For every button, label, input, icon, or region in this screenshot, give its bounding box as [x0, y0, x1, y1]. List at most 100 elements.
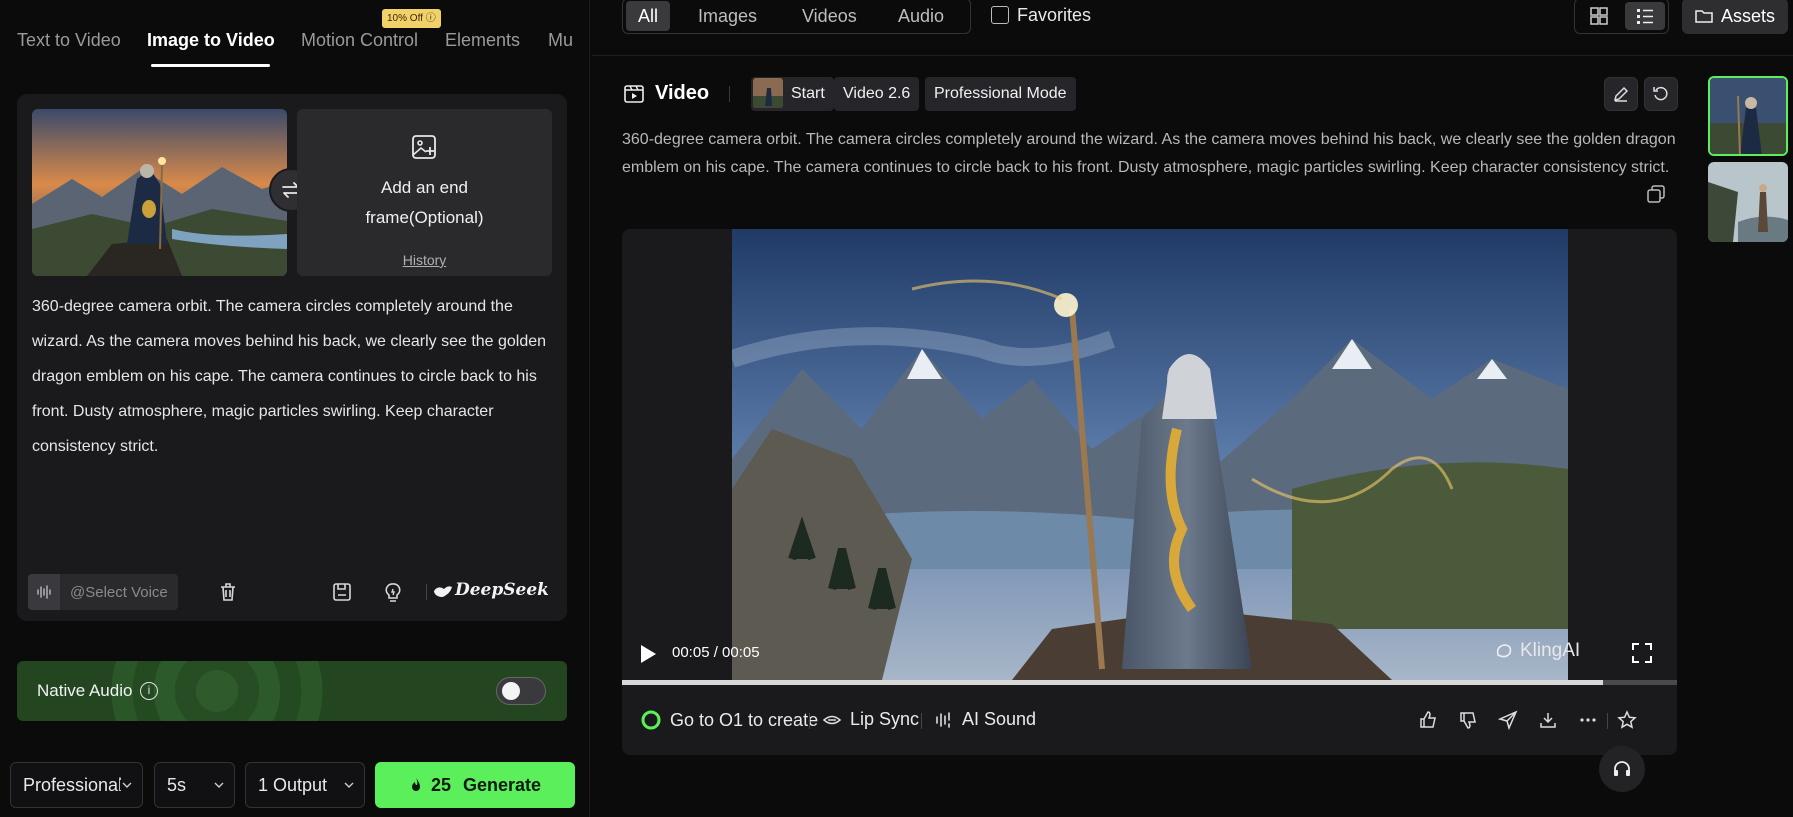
filter-videos[interactable]: Videos	[790, 1, 869, 31]
select-voice-label: @Select Voice	[70, 584, 168, 601]
history-thumbnail-2[interactable]	[1708, 162, 1788, 242]
checkbox-icon	[991, 6, 1009, 24]
start-frame-chip[interactable]: Start	[751, 77, 834, 111]
native-audio-toggle[interactable]	[496, 677, 546, 705]
tab-text-to-video[interactable]: Text to Video	[17, 30, 121, 51]
actions-divider	[921, 713, 922, 729]
history-thumbnail-1[interactable]	[1708, 76, 1788, 156]
video-prompt-description: 360-degree camera orbit. The camera circ…	[622, 131, 1676, 176]
tab-elements[interactable]: Elements	[445, 30, 520, 51]
lip-sync-label: Lip Sync	[850, 709, 920, 729]
favorites-label: Favorites	[1017, 5, 1092, 25]
generate-button[interactable]: 25 Generate	[375, 762, 575, 808]
prompt-toolbar: @Select Voice DeepSeek	[28, 574, 558, 610]
cliff-scene-thumbnail	[1708, 162, 1788, 242]
view-mode-toggle	[1574, 0, 1669, 34]
mode-tabs: Text to Video Image to Video Motion Cont…	[0, 0, 590, 72]
outputs-select-value: 1 Output	[258, 775, 328, 795]
video-actions-bar: Go to O1 to create Lip Sync AI Sound	[622, 685, 1677, 755]
duration-select-value: 5s	[167, 775, 187, 795]
regenerate-button[interactable]	[1644, 77, 1678, 111]
go-to-o1-button[interactable]: Go to O1 to create	[640, 709, 818, 731]
ai-sound-button[interactable]: AI Sound	[934, 709, 1036, 730]
generation-bar: Professional 5s 1 Output 25 Generate	[0, 762, 590, 808]
tab-image-to-video[interactable]: Image to Video	[147, 30, 275, 51]
start-frame-image[interactable]	[32, 109, 287, 276]
favorite-star-icon[interactable]	[1616, 709, 1638, 731]
tab-motion-control[interactable]: Motion Control	[301, 30, 418, 51]
left-panel: Text to Video Image to Video Motion Cont…	[0, 0, 590, 817]
toolbar-divider	[426, 584, 427, 600]
right-panel: All Images Videos Audio Favorites Assets	[592, 0, 1793, 817]
chevron-down-icon	[214, 782, 224, 788]
active-tab-indicator	[151, 64, 270, 67]
playback-time: 00:05 / 00:05	[672, 644, 760, 661]
video-header: Video Start Video 2.6 Professional Mode	[623, 76, 1682, 112]
sound-wave-icon	[936, 711, 950, 728]
actions-divider	[809, 713, 810, 729]
header-divider	[729, 86, 730, 102]
favorites-checkbox[interactable]: Favorites	[991, 5, 1091, 26]
o1-label: Go to O1 to create	[670, 709, 819, 730]
end-frame-upload[interactable]: Add an end frame(Optional) History	[297, 109, 552, 276]
watermark-text: KlingAI	[1520, 640, 1581, 661]
toggle-knob	[502, 682, 520, 700]
voice-wave-icon	[28, 574, 60, 610]
deepseek-button[interactable]: DeepSeek	[455, 580, 549, 600]
mode-select-value: Professional	[23, 775, 123, 795]
discount-badge: 10% Off ⓘ	[382, 9, 441, 28]
model-chip: Video 2.6	[834, 77, 920, 111]
thumbs-up-icon[interactable]	[1417, 709, 1439, 731]
assets-label: Assets	[1720, 5, 1776, 26]
filter-all[interactable]: All	[626, 1, 671, 31]
actions-divider	[1607, 713, 1608, 729]
video-title-label: Video	[655, 82, 710, 104]
native-audio-label: Native Audio	[37, 681, 133, 700]
klingai-logo-icon	[1496, 644, 1512, 658]
filter-images[interactable]: Images	[686, 1, 769, 31]
start-chip-label: Start	[791, 85, 825, 102]
info-icon[interactable]: i	[140, 682, 158, 700]
app-root: Text to Video Image to Video Motion Cont…	[0, 0, 1793, 817]
video-section-title: Video	[623, 82, 709, 105]
start-frame-mini-thumbnail	[753, 77, 783, 108]
folder-icon	[1695, 10, 1713, 23]
support-headset-button[interactable]	[1599, 746, 1645, 792]
wizard-thumbnail	[1710, 78, 1786, 154]
filter-audio[interactable]: Audio	[886, 1, 956, 31]
share-send-icon[interactable]	[1497, 709, 1519, 731]
fullscreen-icon[interactable]	[1630, 641, 1654, 665]
save-prompt-icon[interactable]	[330, 580, 354, 604]
list-view-icon[interactable]	[1625, 2, 1665, 30]
trash-icon[interactable]	[216, 580, 240, 604]
video-icon	[624, 84, 644, 103]
download-icon[interactable]	[1537, 709, 1559, 731]
wizard-video-frame	[732, 229, 1568, 680]
history-link[interactable]: History	[297, 252, 552, 268]
copy-icon[interactable]	[1646, 184, 1666, 204]
thumbs-down-icon[interactable]	[1457, 709, 1479, 731]
chevron-down-icon	[344, 782, 354, 788]
play-icon[interactable]	[638, 643, 658, 665]
idea-bulb-icon[interactable]	[381, 580, 405, 604]
lip-sync-button[interactable]: Lip Sync	[822, 709, 919, 730]
player-controls: 00:05 / 00:05 KlingAI	[622, 629, 1677, 680]
duration-select[interactable]: 5s	[154, 762, 235, 808]
prompt-card: Add an end frame(Optional) History 360-d…	[17, 94, 567, 621]
edit-button[interactable]	[1604, 77, 1638, 111]
prompt-textarea[interactable]: 360-degree camera orbit. The camera circ…	[32, 289, 552, 464]
assets-button[interactable]: Assets	[1682, 0, 1788, 34]
more-options-icon[interactable]	[1577, 709, 1599, 731]
refresh-icon	[1653, 86, 1668, 101]
end-frame-title: Add an end frame(Optional)	[365, 178, 484, 227]
generate-label: Generate	[462, 774, 542, 795]
tab-more[interactable]: Mu	[548, 30, 573, 51]
outputs-select[interactable]: 1 Output	[245, 762, 365, 808]
mode-select[interactable]: Professional	[10, 762, 143, 808]
select-voice-button[interactable]: @Select Voice	[28, 574, 178, 610]
flame-credit-icon	[411, 778, 420, 791]
add-image-icon	[412, 135, 436, 159]
video-player[interactable]: 00:05 / 00:05 KlingAI	[622, 229, 1677, 680]
lips-icon	[822, 715, 842, 724]
grid-view-icon[interactable]	[1579, 2, 1619, 30]
